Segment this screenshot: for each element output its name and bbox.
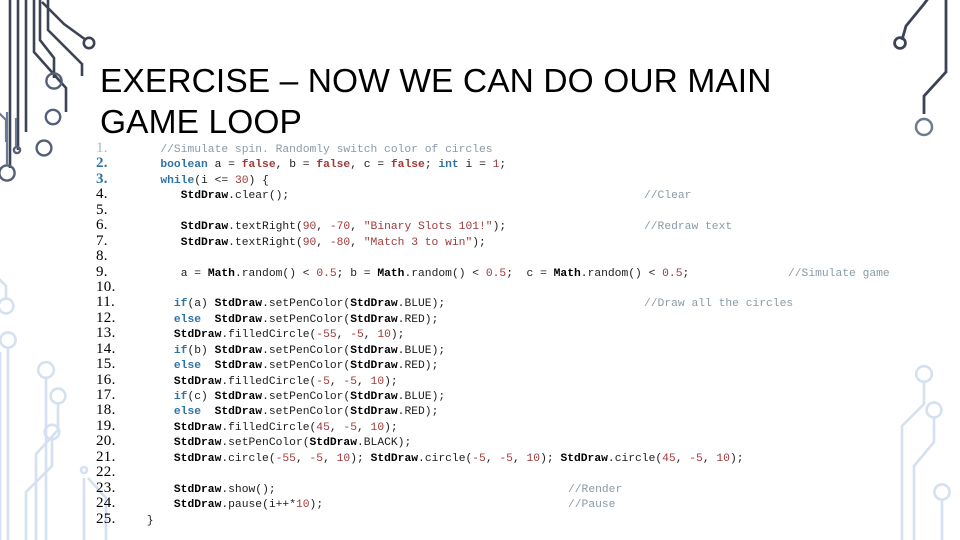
code-line: 9. a = Math.random() < 0.5; b = Math.ran… — [96, 263, 960, 282]
slide-title: EXERCISE – NOW WE CAN DO OUR MAIN GAME L… — [100, 63, 781, 141]
inline-comment: //Redraw text — [644, 221, 733, 234]
code-source: if(a) StdDraw.setPenColor(StdDraw.BLUE);… — [140, 297, 960, 312]
code-source: else StdDraw.setPenColor(StdDraw.RED); — [173, 313, 439, 326]
code-source: if(c) StdDraw.setPenColor(StdDraw.BLUE); — [173, 391, 446, 403]
inline-comment: //Draw all the circles — [644, 298, 794, 311]
code-line: 11. if(a) StdDraw.setPenColor(StdDraw.BL… — [96, 294, 960, 312]
code-source: StdDraw.pause(i++*10);//Pause — [140, 498, 960, 513]
line-number: 1. — [96, 140, 108, 156]
code-line: 12. else StdDraw.setPenColor(StdDraw.RED… — [96, 309, 960, 326]
code-source: if(b) StdDraw.setPenColor(StdDraw.BLUE); — [173, 344, 446, 357]
line-number: 19. — [96, 417, 116, 434]
code-line: 16. StdDraw.filledCircle(-5, -5, 10); — [96, 371, 960, 388]
line-number: 25. — [96, 510, 116, 527]
line-number: 18. — [96, 402, 116, 419]
line-number: 22. — [96, 464, 116, 481]
code-line: 2. boolean a = false, b = false, c = fal… — [96, 155, 960, 172]
code-source: StdDraw.textRight(90, -70, "Binary Slots… — [140, 220, 960, 235]
code-line: 8. — [96, 248, 960, 265]
code-source: a = Math.random() < 0.5; b = Math.random… — [140, 267, 960, 282]
code-source: StdDraw.filledCircle(-5, -5, 10); — [173, 375, 398, 388]
code-line: 22. — [96, 464, 960, 481]
line-number: 11. — [96, 294, 116, 311]
code-source: StdDraw.textRight(90, -80, "Match 3 to w… — [180, 236, 486, 249]
code-line: 1. //Simulate spin. Randomly switch colo… — [96, 140, 960, 156]
code-source: while(i <= 30) { — [160, 174, 269, 187]
code-source: StdDraw.circle(-55, -5, 10); StdDraw.cir… — [173, 452, 744, 465]
line-number: 5. — [96, 201, 108, 218]
code-line: 6. StdDraw.textRight(90, -70, "Binary Sl… — [96, 217, 960, 235]
code-line: 4. StdDraw.clear();//Clear — [96, 186, 960, 204]
code-source: else StdDraw.setPenColor(StdDraw.RED); — [173, 360, 439, 373]
code-source: StdDraw.filledCircle(-55, -5, 10); — [173, 329, 405, 342]
code-line: 5. — [96, 201, 960, 218]
slide-canvas: EXERCISE – NOW WE CAN DO OUR MAIN GAME L… — [0, 0, 960, 540]
code-line: 21. StdDraw.circle(-55, -5, 10); StdDraw… — [96, 448, 960, 465]
code-line: 17. if(c) StdDraw.setPenColor(StdDraw.BL… — [96, 387, 960, 403]
line-number: 13. — [96, 325, 116, 342]
inline-comment: //Clear — [644, 190, 692, 203]
code-source: boolean a = false, b = false, c = false;… — [160, 159, 507, 172]
line-number: 20. — [96, 433, 116, 450]
line-number: 23. — [96, 479, 116, 496]
line-number: 9. — [96, 263, 108, 280]
line-number: 7. — [96, 232, 108, 249]
code-line: 10. — [96, 278, 960, 295]
code-source: //Simulate spin. Randomly switch color o… — [160, 144, 493, 156]
code-line: 14. if(b) StdDraw.setPenColor(StdDraw.BL… — [96, 340, 960, 357]
code-line: 23. StdDraw.show();//Render — [96, 479, 960, 498]
inline-comment: //Simulate game — [788, 267, 890, 280]
code-line: 19. StdDraw.filledCircle(45, -5, 10); — [96, 417, 960, 434]
code-source: } — [146, 514, 154, 527]
code-source: else StdDraw.setPenColor(StdDraw.RED); — [173, 406, 439, 419]
code-source: StdDraw.setPenColor(StdDraw.BLACK); — [173, 437, 412, 450]
line-number: 21. — [96, 448, 116, 465]
line-number: 6. — [96, 217, 108, 234]
line-number: 2. — [96, 155, 108, 172]
code-line: 3. while(i <= 30) { — [96, 170, 960, 187]
inline-comment: //Pause — [568, 499, 616, 512]
inline-comment: //Render — [568, 483, 623, 496]
code-line: 7. StdDraw.textRight(90, -80, "Match 3 t… — [96, 232, 960, 249]
line-number: 17. — [96, 387, 116, 403]
code-line: 18. else StdDraw.setPenColor(StdDraw.RED… — [96, 402, 960, 419]
code-source: StdDraw.filledCircle(45, -5, 10); — [173, 421, 398, 434]
line-number: 10. — [96, 278, 116, 295]
line-number: 8. — [96, 248, 108, 265]
line-number: 4. — [96, 186, 108, 203]
line-number: 12. — [96, 309, 116, 326]
code-line: 15. else StdDraw.setPenColor(StdDraw.RED… — [96, 356, 960, 373]
code-listing: 1. //Simulate spin. Randomly switch colo… — [96, 140, 960, 527]
code-line: 25. } — [96, 510, 960, 527]
code-line: 24. StdDraw.pause(i++*10);//Pause — [96, 495, 960, 513]
line-number: 14. — [96, 340, 116, 357]
code-source: StdDraw.show();//Render — [140, 483, 960, 498]
line-number: 24. — [96, 495, 116, 512]
code-line: 13. StdDraw.filledCircle(-55, -5, 10); — [96, 325, 960, 342]
code-source: StdDraw.clear();//Clear — [140, 189, 960, 204]
line-number: 15. — [96, 356, 116, 373]
line-number: 3. — [96, 170, 108, 187]
line-number: 16. — [96, 371, 116, 388]
code-line: 20. StdDraw.setPenColor(StdDraw.BLACK); — [96, 433, 960, 450]
